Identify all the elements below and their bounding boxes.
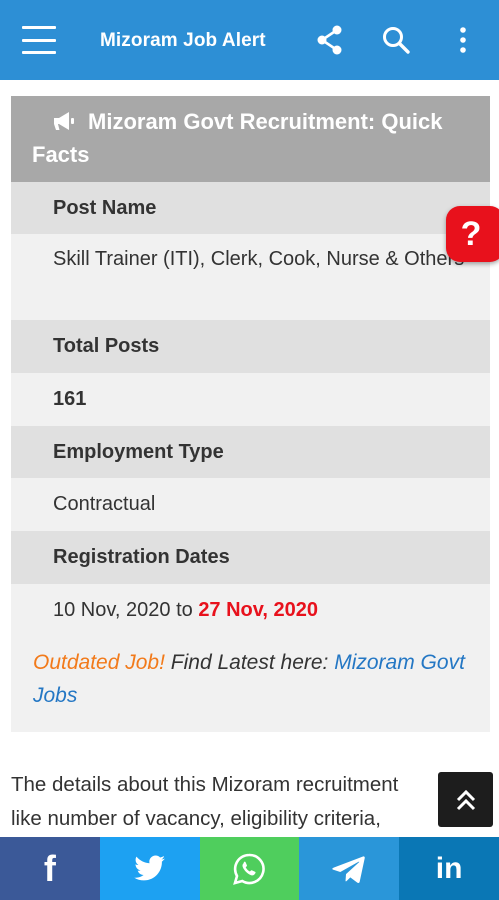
article-text: The details about this Mizoram recruitme… <box>11 768 441 836</box>
post-name-label: Post Name <box>11 182 490 234</box>
registration-end-date: 27 Nov, 2020 <box>198 598 319 621</box>
help-button[interactable]: ? <box>446 206 499 262</box>
outdated-warning: Outdated Job! <box>33 651 165 674</box>
quick-facts-title: Mizoram Govt Recruitment: Quick Facts <box>32 109 443 167</box>
article-line: like number of vacancy, eligibility crit… <box>11 807 381 830</box>
app-bar: Mizoram Job Alert <box>0 0 499 80</box>
linkedin-icon: in <box>435 851 463 885</box>
telegram-icon <box>332 855 366 883</box>
total-posts-label: Total Posts <box>11 320 490 373</box>
post-name-value: Skill Trainer (ITI), Clerk, Cook, Nurse … <box>11 234 490 320</box>
quick-facts-heading: Mizoram Govt Recruitment: Quick Facts <box>11 96 490 182</box>
twitter-share-button[interactable] <box>99 837 200 900</box>
registration-dates-value: 10 Nov, 2020 to 27 Nov, 2020 <box>11 584 490 636</box>
megaphone-icon <box>52 105 88 138</box>
quick-facts-card: Mizoram Govt Recruitment: Quick Facts Po… <box>11 96 490 732</box>
employment-type-label: Employment Type <box>11 426 490 478</box>
article-line: The details about this Mizoram recruitme… <box>11 773 399 796</box>
more-vert-icon[interactable] <box>447 24 479 56</box>
outdated-notice: Outdated Job! Find Latest here: Mizoram … <box>11 636 490 732</box>
share-bar: f in <box>0 837 499 900</box>
whatsapp-icon <box>233 853 266 885</box>
twitter-icon <box>133 855 165 880</box>
search-icon[interactable] <box>380 24 412 56</box>
outdated-prompt: Find Latest here: <box>170 651 329 674</box>
linkedin-share-button[interactable]: in <box>399 837 499 900</box>
scroll-to-top-button[interactable] <box>438 772 493 827</box>
facebook-icon: f <box>43 847 56 889</box>
app-title: Mizoram Job Alert <box>100 30 266 51</box>
registration-dates-label: Registration Dates <box>11 531 490 584</box>
telegram-share-button[interactable] <box>299 837 400 900</box>
whatsapp-share-button[interactable] <box>199 837 300 900</box>
double-chevron-up-icon <box>456 789 475 810</box>
share-icon[interactable] <box>314 24 346 56</box>
menu-icon[interactable] <box>22 26 56 54</box>
employment-type-value: Contractual <box>11 478 490 531</box>
facebook-share-button[interactable]: f <box>0 837 100 900</box>
total-posts-value: 161 <box>11 373 490 426</box>
